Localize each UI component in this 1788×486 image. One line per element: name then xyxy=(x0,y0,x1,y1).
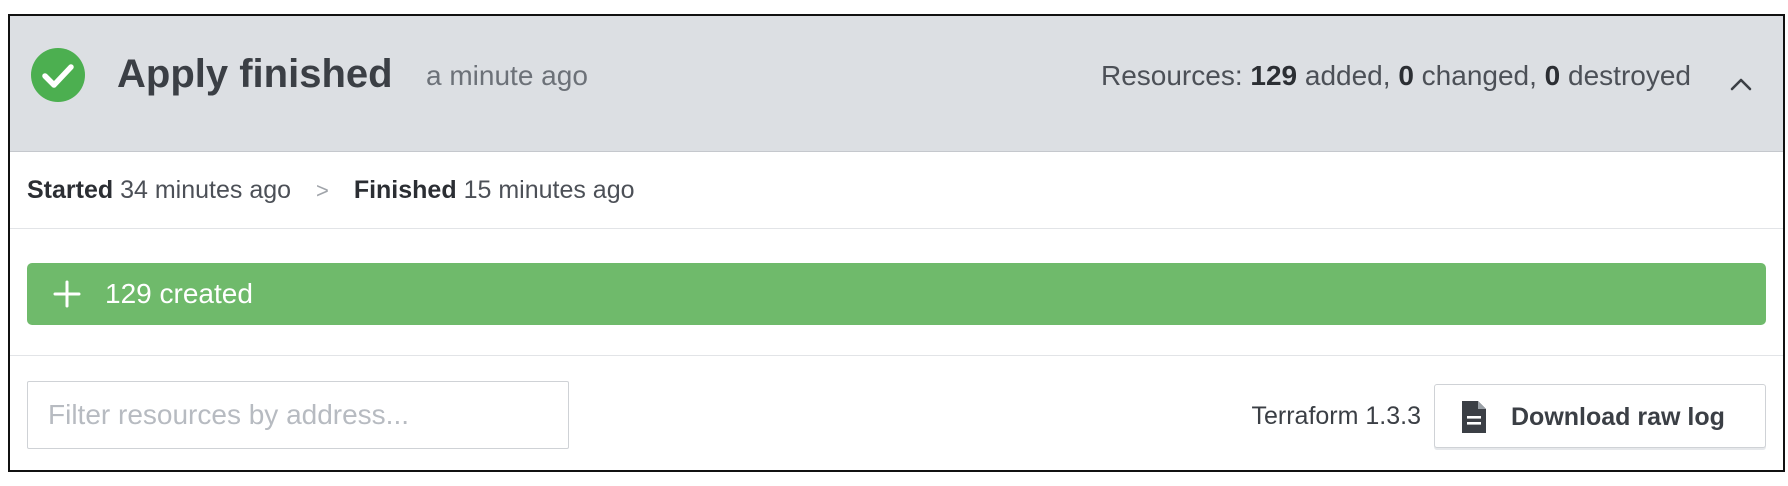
terraform-version: Terraform 1.3.3 xyxy=(1251,402,1421,430)
started-value: 34 minutes ago xyxy=(120,176,292,204)
plus-icon xyxy=(53,280,81,308)
destroyed-count: 0 xyxy=(1544,60,1561,91)
changed-label: changed, xyxy=(1421,60,1537,91)
download-raw-log-label: Download raw log xyxy=(1511,403,1725,431)
started-label: Started xyxy=(27,176,114,204)
resources-prefix: Resources: xyxy=(1100,60,1243,91)
finished-value: 15 minutes ago xyxy=(463,176,635,204)
created-resources-bar[interactable]: 129 created xyxy=(27,263,1766,325)
added-count: 129 xyxy=(1250,60,1298,91)
apply-run-panel: Apply finished a minute ago Resources: 1… xyxy=(8,14,1785,472)
resources-summary: Resources: 129 added, 0 changed, 0 destr… xyxy=(1101,58,1691,94)
timing-separator: > xyxy=(316,178,329,203)
created-count-label: 129 created xyxy=(105,278,253,309)
timing-row: Started 34 minutes ago > Finished 15 min… xyxy=(10,153,1783,229)
section-divider xyxy=(10,355,1783,356)
chevron-up-icon[interactable] xyxy=(1723,66,1759,102)
destroyed-label: destroyed xyxy=(1568,60,1691,91)
added-label: added, xyxy=(1304,60,1391,91)
changed-count: 0 xyxy=(1398,60,1414,91)
timing-text: Started 34 minutes ago > Finished 15 min… xyxy=(27,173,635,208)
apply-header: Apply finished a minute ago Resources: 1… xyxy=(10,16,1783,152)
apply-status-title: Apply finished xyxy=(117,52,393,96)
finished-label: Finished xyxy=(353,176,457,204)
check-circle-icon xyxy=(31,48,85,102)
file-icon xyxy=(1462,401,1486,433)
apply-time-ago: a minute ago xyxy=(426,60,588,91)
filter-resources-input[interactable] xyxy=(27,381,569,449)
download-raw-log-button[interactable]: Download raw log xyxy=(1434,384,1766,448)
